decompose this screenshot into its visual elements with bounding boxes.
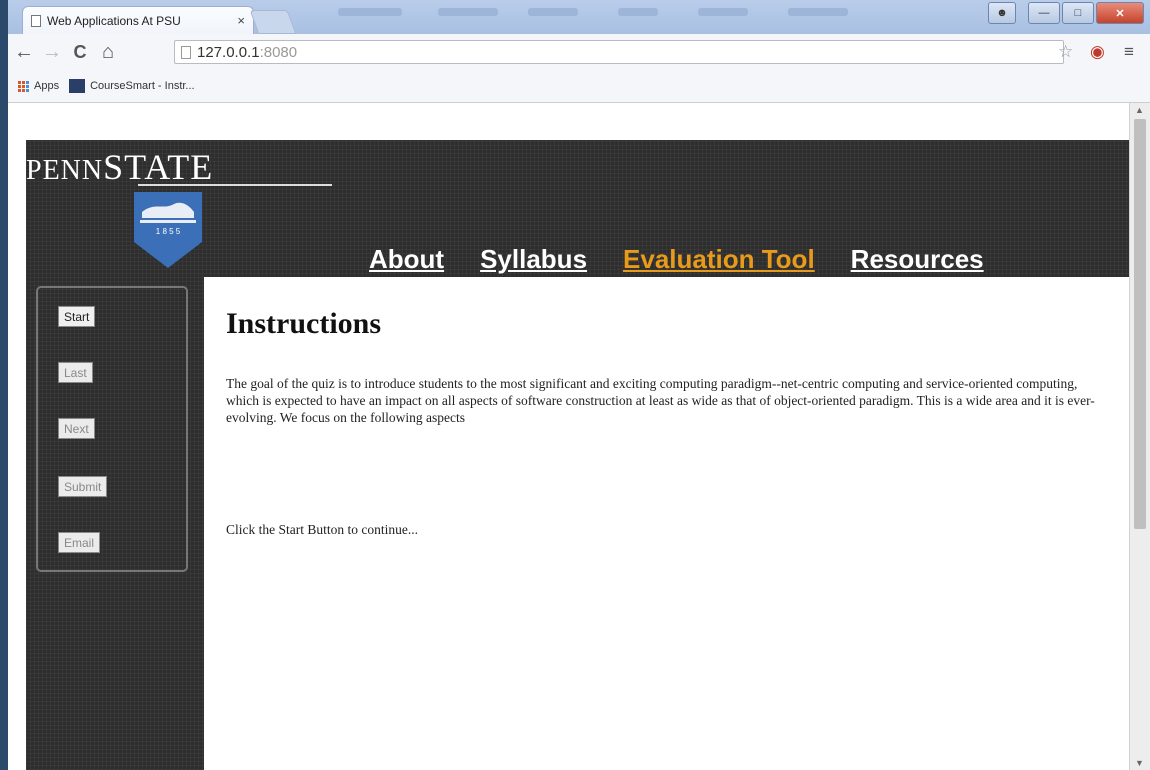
- continue-prompt: Click the Start Button to continue...: [226, 522, 418, 537]
- vertical-scrollbar[interactable]: ▲ ▼: [1129, 103, 1150, 770]
- page-title: Instructions: [226, 307, 382, 340]
- ghost-ribbon: [788, 8, 848, 16]
- url-host: 127.0.0.1: [197, 43, 260, 61]
- instructions-text: The goal of the quiz is to introduce stu…: [226, 376, 1095, 425]
- ghost-ribbon: [618, 8, 658, 16]
- maximize-icon[interactable]: □: [1062, 2, 1094, 24]
- nittany-lion-shield-icon: 1 8 5 5: [134, 192, 202, 268]
- pennstate-logo: PENNSTATE: [26, 147, 214, 187]
- scrollbar-thumb[interactable]: [1134, 119, 1146, 529]
- browser-window: Web Applications At PSU × ☻ — □ ✕ ← → C …: [8, 0, 1150, 770]
- scroll-down-icon[interactable]: ▼: [1135, 758, 1144, 768]
- tab-close-icon[interactable]: ×: [237, 13, 245, 28]
- bookmark-apps[interactable]: Apps: [18, 80, 59, 92]
- ghost-ribbon: [528, 8, 578, 16]
- page-viewport: PENNSTATE 1 8 5 5 About Syllabus Evaluat…: [8, 103, 1150, 770]
- start-button[interactable]: Start: [58, 306, 96, 327]
- apps-grid-icon: [18, 80, 29, 92]
- ghost-ribbon: [338, 8, 402, 16]
- user-icon[interactable]: ☻: [988, 2, 1016, 24]
- new-tab-button[interactable]: [249, 10, 297, 34]
- extension-icon[interactable]: ◉: [1090, 42, 1105, 62]
- email-button[interactable]: Email: [58, 532, 101, 553]
- bookmark-label: CourseSmart - Instr...: [90, 80, 195, 92]
- shield-year: 1 8 5 5: [156, 227, 181, 236]
- tab-title: Web Applications At PSU: [47, 13, 181, 28]
- site-container: PENNSTATE 1 8 5 5 About Syllabus Evaluat…: [26, 140, 1130, 770]
- ghost-ribbon: [438, 8, 498, 16]
- window-controls: ☻ — □ ✕: [986, 2, 1144, 24]
- quiz-sidebar: Start Last Next Submit Email: [36, 286, 188, 572]
- browser-tab[interactable]: Web Applications At PSU ×: [22, 6, 254, 34]
- logo-underline: [138, 184, 332, 186]
- url-port: :8080: [259, 43, 298, 61]
- close-icon[interactable]: ✕: [1096, 2, 1144, 24]
- scroll-up-icon[interactable]: ▲: [1135, 105, 1144, 115]
- bookmark-coursesmart[interactable]: CourseSmart - Instr...: [69, 79, 195, 93]
- back-arrow-icon[interactable]: ←: [12, 41, 36, 64]
- last-button[interactable]: Last: [58, 362, 93, 383]
- coursesmart-icon: [69, 79, 86, 93]
- title-bar: Web Applications At PSU × ☻ — □ ✕: [8, 0, 1150, 34]
- next-button[interactable]: Next: [58, 418, 95, 439]
- nav-syllabus[interactable]: Syllabus: [480, 244, 587, 275]
- bookmark-label: Apps: [34, 80, 60, 92]
- nav-evaluation-tool[interactable]: Evaluation Tool: [623, 244, 815, 275]
- menu-icon[interactable]: ≡: [1124, 42, 1134, 62]
- minimize-icon[interactable]: —: [1028, 2, 1060, 24]
- page-icon: [181, 45, 191, 59]
- home-icon[interactable]: ⌂: [96, 41, 120, 64]
- submit-button[interactable]: Submit: [58, 476, 108, 497]
- main-content: Instructions The goal of the quiz is to …: [204, 277, 1130, 770]
- bookmarks-bar: Apps CourseSmart - Instr...: [8, 72, 195, 100]
- page-icon: [31, 14, 41, 27]
- reload-icon[interactable]: C: [68, 42, 92, 63]
- ghost-ribbon: [698, 8, 748, 16]
- bookmark-star-icon[interactable]: ☆: [1058, 42, 1073, 62]
- address-bar[interactable]: 127.0.0.1:8080: [174, 40, 1064, 64]
- main-nav: About Syllabus Evaluation Tool Resources: [369, 244, 984, 275]
- nav-resources[interactable]: Resources: [851, 244, 984, 275]
- browser-toolbar: ← → C ⌂ 127.0.0.1:8080 ☆ ◉ ≡ Apps Course…: [8, 34, 1150, 103]
- forward-arrow-icon[interactable]: →: [40, 41, 64, 64]
- nav-about[interactable]: About: [369, 244, 444, 275]
